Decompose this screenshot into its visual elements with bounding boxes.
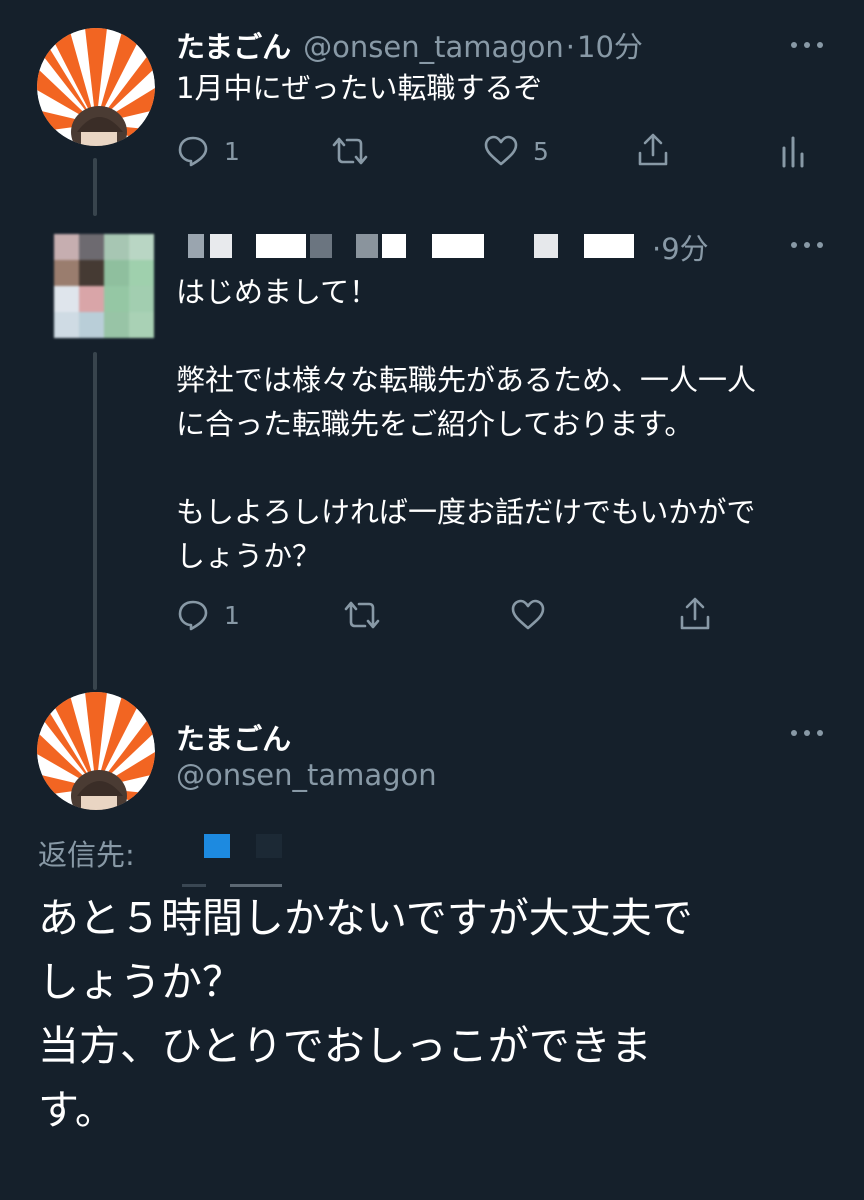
avatar[interactable] bbox=[37, 28, 155, 146]
more-options-icon[interactable] bbox=[791, 728, 825, 738]
author-handle[interactable]: @onsen_tamagon bbox=[176, 758, 437, 792]
sunburst-avatar-icon bbox=[37, 692, 155, 810]
author-name[interactable]: たまごん bbox=[176, 716, 291, 758]
share-button[interactable] bbox=[636, 132, 670, 168]
reply-count: 1 bbox=[224, 600, 240, 630]
heart-icon bbox=[484, 135, 518, 166]
tweet-text: はじめまして！ 弊社では様々な転職先があるため、一人一人 に合った転職先をご紹介… bbox=[176, 275, 757, 573]
share-button[interactable] bbox=[678, 596, 712, 632]
analytics-button[interactable] bbox=[780, 134, 806, 168]
author-name[interactable]: たまごん bbox=[176, 24, 291, 66]
reply-button[interactable]: 1 bbox=[176, 598, 240, 632]
retweet-button[interactable] bbox=[342, 598, 382, 632]
reply-to-label: 返信先: bbox=[38, 838, 135, 872]
share-icon bbox=[680, 597, 710, 630]
retweet-icon bbox=[344, 601, 380, 629]
reply-icon bbox=[178, 136, 208, 167]
share-icon bbox=[638, 133, 668, 166]
like-button[interactable] bbox=[510, 598, 546, 632]
retweet-button[interactable] bbox=[330, 134, 370, 168]
pixelated-avatar[interactable] bbox=[54, 234, 154, 338]
like-button[interactable]: 5 bbox=[483, 134, 549, 168]
thread-line-2 bbox=[93, 352, 97, 690]
author-handle[interactable]: @onsen_tamagon bbox=[303, 30, 564, 64]
reply-count: 1 bbox=[224, 136, 240, 166]
analytics-icon bbox=[782, 136, 804, 168]
more-options-icon[interactable] bbox=[791, 240, 825, 250]
retweet-icon bbox=[332, 137, 368, 165]
tweet-text: あと５時間しかないですが大丈夫で しょうか？ 当方、ひとりでおしっこができま す… bbox=[38, 894, 693, 1134]
like-count: 5 bbox=[533, 136, 549, 166]
more-options-icon[interactable] bbox=[791, 40, 825, 50]
time-separator: · bbox=[565, 30, 576, 64]
thread-line-1 bbox=[93, 158, 97, 216]
tweet-text: 1月中にぜったい転職するぞ bbox=[176, 71, 543, 105]
reply-button[interactable]: 1 bbox=[176, 134, 240, 168]
tweet-timestamp[interactable]: ·9分 bbox=[652, 226, 709, 268]
heart-icon bbox=[511, 599, 545, 630]
avatar[interactable] bbox=[37, 692, 155, 810]
reply-icon bbox=[178, 600, 208, 631]
tweet-timestamp[interactable]: 10分 bbox=[577, 24, 643, 66]
sunburst-avatar-icon bbox=[37, 28, 155, 146]
